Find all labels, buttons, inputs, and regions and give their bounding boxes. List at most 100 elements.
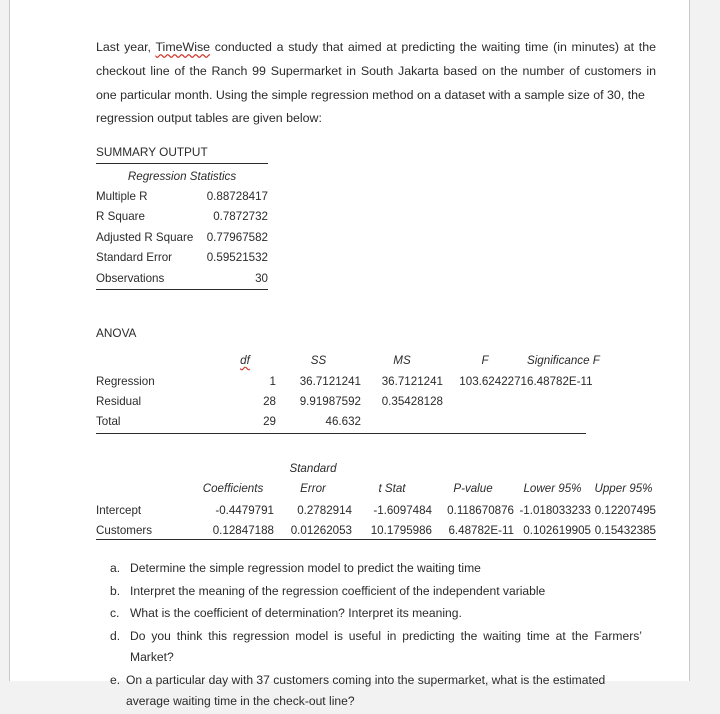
summary-output-title: SUMMARY OUTPUT	[96, 144, 208, 159]
summary-value-observations: 30	[255, 271, 268, 285]
summary-label-standard-error: Standard Error	[96, 251, 173, 265]
anova-block: ANOVA df SS MS F Significance F Regressi…	[96, 326, 600, 435]
summary-statistics-table: Regression Statistics Multiple R 0.88728…	[96, 167, 268, 289]
coef-customers-upper-95: 0.15432385	[594, 524, 656, 538]
coef-header-spacer-upper	[591, 456, 656, 475]
coef-header-upper-95: Upper 95%	[594, 482, 653, 496]
table-row: Observations 30	[96, 268, 268, 289]
table-row: Standard Error 0.59521532	[96, 247, 268, 268]
coef-intercept-t-stat: -1.6097484	[373, 504, 432, 518]
list-item: d. Do you think this regression model is…	[110, 626, 642, 669]
summary-label-multiple-r: Multiple R	[96, 189, 148, 203]
document-content: Last year, TimeWise conducted a study th…	[96, 24, 656, 714]
anova-total-significance-f	[527, 411, 586, 431]
anova-regression-ss: 36.7121241	[299, 374, 361, 388]
anova-header-blank	[96, 349, 214, 371]
anova-residual-ms: 0.35428128	[381, 394, 443, 408]
summary-top-rule	[96, 162, 268, 164]
anova-label-total: Total	[96, 414, 121, 428]
coef-intercept-lower-95: -1.018033233	[519, 504, 591, 518]
table-row: Adjusted R Square 0.77967582	[96, 227, 268, 248]
table-header-row: df SS MS F Significance F	[96, 349, 600, 371]
summary-label-adjusted-r-square: Adjusted R Square	[96, 230, 194, 244]
table-row: Regression Statistics	[96, 167, 268, 186]
table-row: Total 29 46.632	[96, 411, 586, 431]
anova-table: df SS MS F Significance F Regression 1 3…	[96, 349, 600, 431]
anova-title: ANOVA	[96, 326, 137, 341]
anova-regression-df: 1	[269, 374, 276, 388]
table-row: Multiple R 0.88728417	[96, 186, 268, 207]
intro-paragraph: Last year, TimeWise conducted a study th…	[96, 36, 656, 130]
list-item: e. On a particular day with 37 customers…	[110, 670, 642, 713]
coef-header-spacer-p	[432, 456, 514, 475]
coefficients-block: Standard Coefficients Error t Stat P-val…	[96, 456, 656, 541]
summary-label-r-square: R Square	[96, 210, 145, 224]
coef-intercept-coefficient: -0.4479791	[215, 504, 274, 518]
summary-output-block: SUMMARY OUTPUT Regression Statistics Mul…	[96, 145, 268, 291]
coef-customers-t-stat: 10.1795986	[370, 524, 432, 538]
coefficients-bottom-rule	[96, 539, 656, 541]
coef-header-t-stat: t Stat	[378, 482, 406, 496]
spellcheck-word-timewise: TimeWise	[155, 40, 211, 55]
coef-intercept-upper-95: 0.12207495	[594, 504, 656, 518]
summary-value-r-square: 0.7872732	[213, 210, 268, 224]
anova-header-ms: MS	[393, 353, 411, 367]
table-row: Residual 28 9.91987592 0.35428128	[96, 391, 586, 411]
anova-total-df: 29	[263, 414, 276, 428]
question-list: a. Determine the simple regression model…	[110, 558, 642, 713]
coef-intercept-p-value: 0.118670876	[447, 504, 514, 518]
table-row: R Square 0.7872732	[96, 206, 268, 227]
coef-label-customers: Customers	[96, 524, 153, 538]
summary-value-standard-error: 0.59521532	[206, 251, 268, 265]
coef-header-error: Error	[300, 482, 326, 496]
anova-label-regression: Regression	[96, 374, 155, 388]
coef-label-intercept: Intercept	[96, 504, 142, 518]
table-row: Intercept -0.4479791 0.2782914 -1.609748…	[96, 497, 656, 517]
anova-bottom-rule	[96, 433, 586, 435]
list-item: a. Determine the simple regression model…	[110, 558, 642, 580]
summary-label-observations: Observations	[96, 271, 165, 285]
summary-value-adjusted-r-square: 0.77967582	[206, 230, 268, 244]
anova-regression-ms: 36.7121241	[381, 374, 443, 388]
question-text-e: On a particular day with 37 customers co…	[126, 672, 606, 709]
question-marker-a: a.	[110, 561, 121, 576]
coef-header-standard: Standard	[289, 462, 337, 476]
anova-residual-df: 28	[263, 394, 276, 408]
table-header-row: Standard	[96, 456, 656, 475]
table-header-row: Coefficients Error t Stat P-value Lower …	[96, 475, 656, 497]
anova-header-significance-f: Significance F	[527, 353, 600, 367]
question-marker-c: c.	[110, 606, 120, 621]
coef-customers-coefficient: 0.12847188	[212, 524, 274, 538]
question-text-d: Do you think this regression model is us…	[130, 628, 642, 665]
anova-total-f	[443, 411, 527, 431]
coef-header-spacer-lower	[514, 456, 591, 475]
anova-regression-f: 103.6242271	[459, 374, 527, 388]
question-text-b: Interpret the meaning of the regression …	[130, 583, 546, 598]
document-page: Last year, TimeWise conducted a study th…	[9, 0, 690, 708]
intro-text-before-spellcheck: Last year,	[96, 40, 156, 55]
table-row: Customers 0.12847188 0.01262053 10.17959…	[96, 517, 656, 537]
coef-intercept-standard-error: 0.2782914	[297, 504, 352, 518]
anova-header-ss: SS	[310, 353, 327, 367]
coef-header-spacer-coefficients	[192, 456, 274, 475]
coef-header-blank-top	[96, 456, 192, 475]
coef-header-coefficients: Coefficients	[202, 482, 264, 496]
coef-header-spacer-t	[352, 456, 432, 475]
question-marker-b: b.	[110, 583, 121, 598]
coef-customers-standard-error: 0.01262053	[290, 524, 352, 538]
summary-bottom-rule	[96, 289, 268, 291]
summary-caption-cell: Regression Statistics	[127, 169, 237, 183]
anova-residual-ss: 9.91987592	[299, 394, 361, 408]
anova-regression-significance-f: 6.48782E-11	[527, 374, 593, 388]
anova-header-f: F	[481, 353, 489, 367]
coef-header-lower-95: Lower 95%	[523, 482, 582, 496]
coef-header-blank	[96, 475, 192, 497]
table-row: Regression 1 36.7121241 36.7121241 103.6…	[96, 371, 593, 391]
list-item: b. Interpret the meaning of the regressi…	[110, 581, 642, 603]
question-marker-d: d.	[110, 628, 121, 643]
question-text-a: Determine the simple regression model to…	[130, 561, 481, 576]
summary-value-multiple-r: 0.88728417	[206, 189, 268, 203]
anova-total-ms	[361, 411, 443, 431]
question-text-c: What is the coefficient of determination…	[130, 606, 462, 621]
list-item: c. What is the coefficient of determinat…	[110, 603, 642, 625]
